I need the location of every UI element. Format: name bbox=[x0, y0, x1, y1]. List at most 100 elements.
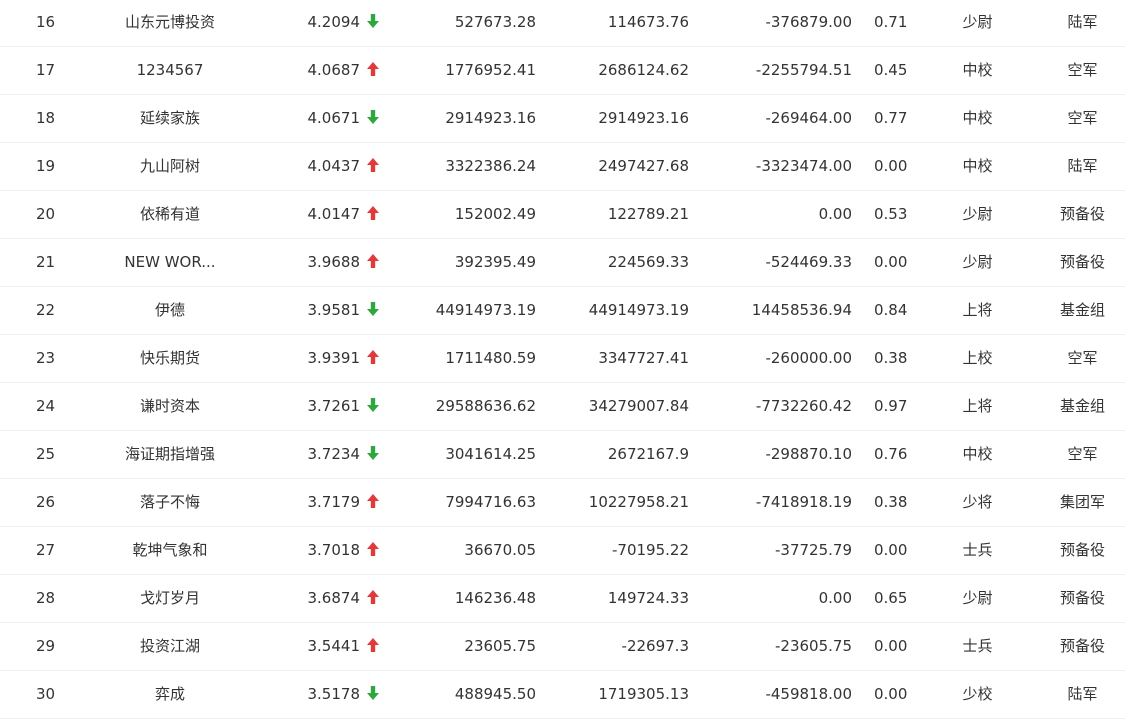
value3-cell: -37725.79 bbox=[775, 541, 852, 559]
name-cell: 乾坤气象和 bbox=[132, 541, 208, 559]
value1-cell: 146236.48 bbox=[454, 589, 536, 607]
value3-cell: -23605.75 bbox=[775, 637, 852, 655]
name-cell: 投资江湖 bbox=[139, 637, 200, 655]
ratio-cell: 0.97 bbox=[874, 397, 908, 415]
ranking-table: 16 山东元博投资 4.2094 527673.28 114673.76 -376879.… bbox=[0, 0, 1125, 719]
unit-cell: 空军 bbox=[1067, 349, 1098, 367]
score-cell: 3.7018 bbox=[307, 541, 361, 559]
value1-cell: 36670.05 bbox=[464, 541, 536, 559]
arrow-up-icon bbox=[366, 623, 386, 670]
ratio-cell: 0.53 bbox=[874, 205, 908, 223]
title-cell: 少尉 bbox=[962, 13, 993, 31]
value1-cell: 44914973.19 bbox=[435, 301, 536, 319]
name-cell: 伊德 bbox=[154, 301, 185, 319]
ratio-cell: 0.38 bbox=[874, 493, 908, 511]
unit-cell: 预备役 bbox=[1059, 541, 1105, 559]
table-row[interactable]: 28 戈灯岁月 3.6874 146236.48 149724.33 0.00 0.65 少尉… bbox=[0, 575, 1125, 623]
name-cell: 九山阿树 bbox=[139, 157, 200, 175]
title-cell: 中校 bbox=[962, 61, 993, 79]
table-row[interactable]: 21 NEW WOR... 3.9688 392395.49 224569.33 -524… bbox=[0, 239, 1125, 287]
ratio-cell: 0.00 bbox=[874, 637, 908, 655]
value3-cell: -7732260.42 bbox=[755, 397, 852, 415]
arrow-up-icon bbox=[366, 143, 386, 190]
ratio-cell: 0.00 bbox=[874, 157, 908, 175]
value3-cell: -524469.33 bbox=[765, 253, 852, 271]
table-row[interactable]: 26 落子不悔 3.7179 7994716.63 10227958.21 -741891… bbox=[0, 479, 1125, 527]
value3-cell: 0.00 bbox=[818, 205, 852, 223]
value3-cell: -260000.00 bbox=[765, 349, 852, 367]
table-row[interactable]: 23 快乐期货 3.9391 1711480.59 3347727.41 -260000.… bbox=[0, 335, 1125, 383]
unit-cell: 陆军 bbox=[1067, 685, 1098, 703]
score-cell: 4.2094 bbox=[307, 13, 361, 31]
ratio-cell: 0.45 bbox=[874, 61, 908, 79]
value1-cell: 23605.75 bbox=[464, 637, 536, 655]
value3-cell: -7418918.19 bbox=[755, 493, 852, 511]
rank-cell: 26 bbox=[36, 493, 56, 511]
arrow-up-icon bbox=[366, 47, 386, 94]
value1-cell: 3322386.24 bbox=[445, 157, 536, 175]
title-cell: 中校 bbox=[962, 445, 993, 463]
table-row[interactable]: 19 九山阿树 4.0437 3322386.24 2497427.68 -3323474… bbox=[0, 143, 1125, 191]
value2-cell: 224569.33 bbox=[607, 253, 689, 271]
title-cell: 少校 bbox=[962, 685, 993, 703]
name-cell: 快乐期货 bbox=[139, 349, 200, 367]
value2-cell: 3347727.41 bbox=[598, 349, 689, 367]
rank-cell: 22 bbox=[36, 301, 56, 319]
value2-cell: 2914923.16 bbox=[598, 109, 689, 127]
value1-cell: 392395.49 bbox=[454, 253, 536, 271]
score-cell: 3.5441 bbox=[307, 637, 361, 655]
name-cell: 延续家族 bbox=[139, 109, 200, 127]
unit-cell: 预备役 bbox=[1059, 637, 1105, 655]
value2-cell: -70195.22 bbox=[612, 541, 689, 559]
score-cell: 3.7261 bbox=[307, 397, 361, 415]
value3-cell: -269464.00 bbox=[765, 109, 852, 127]
arrow-down-icon bbox=[366, 95, 386, 142]
unit-cell: 基金组 bbox=[1059, 397, 1105, 415]
value1-cell: 7994716.63 bbox=[445, 493, 536, 511]
ratio-cell: 0.00 bbox=[874, 253, 908, 271]
value2-cell: 2672167.9 bbox=[607, 445, 689, 463]
name-cell: 弈成 bbox=[154, 685, 185, 703]
table-row[interactable]: 20 依稀有道 4.0147 152002.49 122789.21 0.00 0.53 少尉… bbox=[0, 191, 1125, 239]
value3-cell: -298870.10 bbox=[765, 445, 852, 463]
rank-cell: 16 bbox=[36, 13, 56, 31]
name-cell: 海证期指增强 bbox=[124, 445, 215, 463]
table-row[interactable]: 22 伊德 3.9581 44914973.19 44914973.19 14458536… bbox=[0, 287, 1125, 335]
value3-cell: 14458536.94 bbox=[751, 301, 852, 319]
unit-cell: 预备役 bbox=[1059, 253, 1105, 271]
table-row[interactable]: 17 1234567 4.0687 1776952.41 2686124.62 -2255… bbox=[0, 47, 1125, 95]
table-row[interactable]: 30 弈成 3.5178 488945.50 1719305.13 -459818.00 0… bbox=[0, 671, 1125, 719]
score-cell: 3.5178 bbox=[307, 685, 361, 703]
value2-cell: 1719305.13 bbox=[598, 685, 689, 703]
ratio-cell: 0.00 bbox=[874, 541, 908, 559]
table-row[interactable]: 16 山东元博投资 4.2094 527673.28 114673.76 -376879.… bbox=[0, 0, 1125, 47]
rank-cell: 30 bbox=[36, 685, 56, 703]
title-cell: 少尉 bbox=[962, 205, 993, 223]
value2-cell: 2686124.62 bbox=[598, 61, 689, 79]
score-cell: 3.9688 bbox=[307, 253, 361, 271]
arrow-up-icon bbox=[366, 191, 386, 238]
table-row[interactable]: 27 乾坤气象和 3.7018 36670.05 -70195.22 -37725.79 0… bbox=[0, 527, 1125, 575]
unit-cell: 陆军 bbox=[1067, 13, 1098, 31]
value1-cell: 29588636.62 bbox=[435, 397, 536, 415]
unit-cell: 空军 bbox=[1067, 109, 1098, 127]
table-row[interactable]: 24 谦时资本 3.7261 29588636.62 34279007.84 -77322… bbox=[0, 383, 1125, 431]
score-cell: 4.0671 bbox=[307, 109, 361, 127]
name-cell: 戈灯岁月 bbox=[139, 589, 200, 607]
value2-cell: 44914973.19 bbox=[588, 301, 689, 319]
value1-cell: 152002.49 bbox=[454, 205, 536, 223]
value1-cell: 2914923.16 bbox=[445, 109, 536, 127]
value1-cell: 527673.28 bbox=[454, 13, 536, 31]
table-row[interactable]: 25 海证期指增强 3.7234 3041614.25 2672167.9 -298870… bbox=[0, 431, 1125, 479]
ratio-cell: 0.76 bbox=[874, 445, 908, 463]
value1-cell: 488945.50 bbox=[454, 685, 536, 703]
unit-cell: 陆军 bbox=[1067, 157, 1098, 175]
table-row[interactable]: 18 延续家族 4.0671 2914923.16 2914923.16 -269464.… bbox=[0, 95, 1125, 143]
value2-cell: 10227958.21 bbox=[588, 493, 689, 511]
rank-cell: 19 bbox=[36, 157, 56, 175]
score-cell: 3.9581 bbox=[307, 301, 361, 319]
rank-cell: 29 bbox=[36, 637, 56, 655]
table-row[interactable]: 29 投资江湖 3.5441 23605.75 -22697.3 -23605.75 0.0… bbox=[0, 623, 1125, 671]
unit-cell: 基金组 bbox=[1059, 301, 1105, 319]
name-cell: 依稀有道 bbox=[139, 205, 200, 223]
